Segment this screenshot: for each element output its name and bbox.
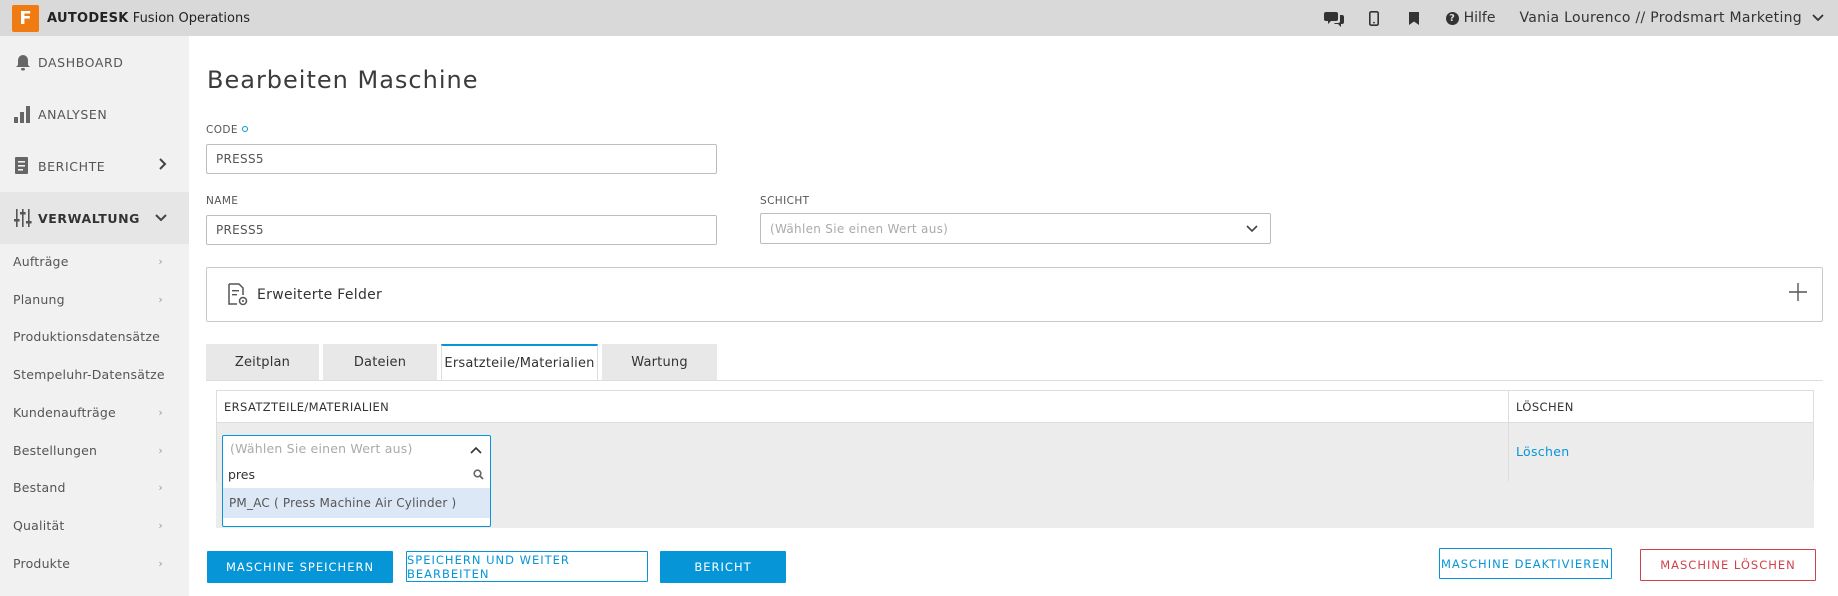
chevron-right-icon: › — [158, 292, 163, 306]
sidebar-sub-label: Produkte — [13, 555, 71, 571]
chevron-right-icon: › — [158, 518, 163, 532]
sidebar-sub-label: Stempeluhr-Datensätze — [13, 366, 165, 382]
page-title: Bearbeiten Maschine — [207, 66, 479, 94]
main-content: Bearbeiten Maschine CODE PRESS5 NAME PRE… — [189, 36, 1838, 596]
chevron-down-icon — [1812, 10, 1824, 26]
chevron-right-icon — [159, 158, 167, 174]
material-select-dropdown[interactable]: (Wählen Sie einen Wert aus) pres PM_AC (… — [222, 435, 491, 527]
chevron-right-icon: › — [158, 254, 163, 268]
extended-fields-panel[interactable]: Erweiterte Felder — [206, 267, 1823, 322]
shift-label: SCHICHT — [760, 195, 810, 207]
material-search-input[interactable]: pres — [223, 461, 490, 488]
delete-row-link[interactable]: Löschen — [1516, 444, 1569, 459]
sidebar-sub-label: Aufträge — [13, 253, 69, 269]
user-menu[interactable]: Vania Lourenco // Prodsmart Marketing — [1519, 10, 1824, 26]
sidebar-sub-label: Kundenaufträge — [13, 404, 116, 420]
sidebar-sub-label: Qualität — [13, 517, 65, 533]
help-label: Hilfe — [1463, 10, 1496, 26]
search-icon — [473, 468, 484, 483]
plus-icon[interactable] — [1788, 282, 1808, 306]
material-select-header[interactable]: (Wählen Sie einen Wert aus) — [223, 436, 490, 461]
required-icon — [241, 126, 248, 132]
delete-machine-button[interactable]: MASCHINE LÖSCHEN — [1640, 549, 1816, 581]
tab-dateien[interactable]: Dateien — [323, 344, 437, 381]
deactivate-machine-button[interactable]: MASCHINE DEAKTIVIEREN — [1439, 548, 1612, 579]
document-settings-icon — [227, 282, 249, 307]
sidebar-item-verwaltung[interactable]: VERWALTUNG — [0, 192, 189, 244]
sidebar-sub-bestand[interactable]: Bestand › — [0, 468, 189, 506]
tab-ersatzteile[interactable]: Ersatzteile/Materialien — [441, 344, 598, 381]
sidebar-sub-bestellungen[interactable]: Bestellungen › — [0, 431, 189, 469]
top-bar: F AUTODESK Fusion Operations ? Hilfe Van… — [0, 0, 1838, 36]
sidebar-sub-label: Bestellungen — [13, 442, 98, 458]
name-field[interactable]: PRESS5 — [206, 215, 717, 245]
sidebar-sub-planung[interactable]: Planung › — [0, 280, 189, 318]
tab-zeitplan[interactable]: Zeitplan — [206, 344, 319, 381]
name-label: NAME — [206, 195, 239, 207]
sidebar-sub-produkte[interactable]: Produkte › — [0, 544, 189, 582]
brand-bold: AUTODESK — [47, 10, 129, 26]
sidebar-sub-label: Bestand — [13, 479, 66, 495]
brand-name: AUTODESK Fusion Operations — [47, 11, 250, 26]
chevron-right-icon: › — [158, 480, 163, 494]
sidebar-item-label: VERWALTUNG — [38, 210, 141, 226]
report-icon — [13, 156, 33, 176]
column-header-delete: LÖSCHEN — [1516, 399, 1574, 414]
sidebar-sub-stempeluhr[interactable]: Stempeluhr-Datensätze — [0, 355, 189, 393]
sidebar-sub-auftraege[interactable]: Aufträge › — [0, 242, 189, 280]
extended-fields-label: Erweiterte Felder — [257, 286, 383, 303]
sidebar-sub-kundenauftraege[interactable]: Kundenaufträge › — [0, 393, 189, 431]
help-link[interactable]: ? Hilfe — [1445, 10, 1496, 26]
tab-divider — [206, 380, 1823, 381]
bar-chart-icon — [13, 104, 33, 124]
name-value: PRESS5 — [216, 223, 264, 237]
material-select-placeholder: (Wählen Sie einen Wert aus) — [230, 441, 413, 456]
table-header: ERSATZTEILE/MATERIALIEN LÖSCHEN — [217, 391, 1813, 423]
code-label: CODE — [206, 124, 248, 136]
material-search-value: pres — [228, 467, 256, 482]
fusion-logo-icon[interactable]: F — [12, 4, 39, 32]
brand-product: Fusion Operations — [132, 10, 250, 26]
sidebar-item-label: BERICHTE — [38, 158, 106, 174]
save-machine-button[interactable]: MASCHINE SPEICHERN — [207, 551, 393, 583]
code-field[interactable]: PRESS5 — [206, 144, 717, 174]
chevron-right-icon: › — [158, 556, 163, 570]
chevron-down-icon — [155, 211, 167, 226]
help-icon: ? — [1445, 11, 1459, 25]
chat-icon[interactable] — [1320, 0, 1348, 36]
chevron-right-icon: › — [158, 443, 163, 457]
report-button[interactable]: BERICHT — [660, 551, 786, 583]
tab-wartung[interactable]: Wartung — [602, 344, 717, 381]
save-continue-button[interactable]: SPEICHERN UND WEITER BEARBEITEN — [406, 551, 648, 582]
sidebar-item-berichte[interactable]: BERICHTE — [0, 140, 189, 192]
sidebar-item-dashboard[interactable]: DASHBOARD — [0, 36, 189, 88]
bookmark-icon[interactable] — [1400, 0, 1428, 36]
chevron-up-icon — [470, 442, 482, 457]
shift-select[interactable]: (Wählen Sie einen Wert aus) — [760, 213, 1271, 244]
sidebar-item-label: ANALYSEN — [38, 106, 108, 122]
code-value: PRESS5 — [216, 152, 264, 166]
sidebar-sub-label: Produktionsdatensätze — [13, 328, 161, 344]
sidebar-item-analysen[interactable]: ANALYSEN — [0, 88, 189, 140]
bell-icon — [13, 52, 33, 72]
sidebar-sub-produktionsdatensaetze[interactable]: Produktionsdatensätze — [0, 317, 189, 355]
sidebar: DASHBOARD ANALYSEN BERICHTE VERWALTUNG A… — [0, 36, 189, 596]
sidebar-item-label: DASHBOARD — [38, 54, 124, 70]
shift-placeholder: (Wählen Sie einen Wert aus) — [770, 221, 949, 236]
column-header-material: ERSATZTEILE/MATERIALIEN — [217, 391, 1509, 422]
user-label: Vania Lourenco // Prodsmart Marketing — [1519, 10, 1802, 26]
sidebar-sub-label: Planung — [13, 291, 65, 307]
sidebar-sub-qualitaet[interactable]: Qualität › — [0, 506, 189, 544]
tab-bar: Zeitplan Dateien Ersatzteile/Materialien… — [206, 344, 717, 381]
dropdown-option[interactable]: PM_AC ( Press Machine Air Cylinder ) — [223, 488, 490, 518]
chevron-down-icon — [1246, 222, 1258, 236]
sliders-icon — [13, 208, 33, 228]
chevron-right-icon: › — [158, 405, 163, 419]
mobile-icon[interactable] — [1360, 0, 1388, 36]
